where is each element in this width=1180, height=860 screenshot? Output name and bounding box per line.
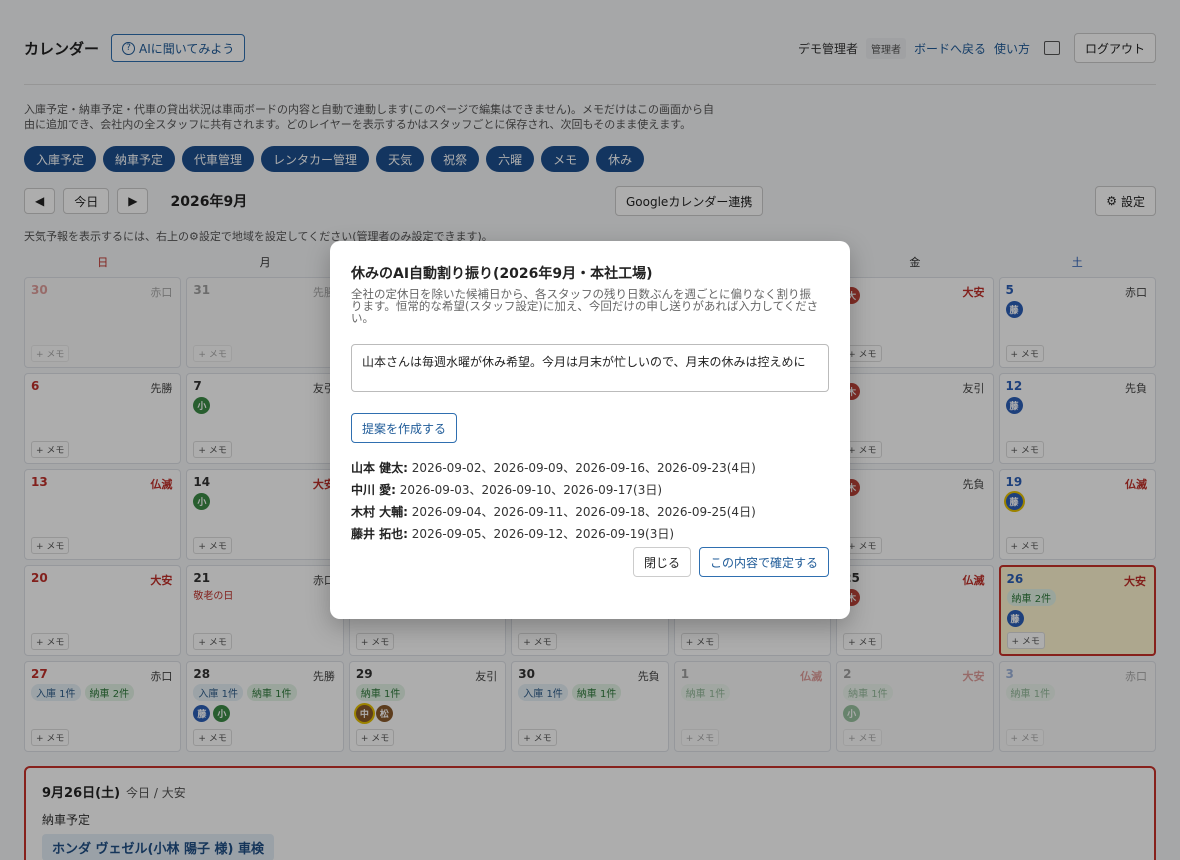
proposed-dates: 2026-09-03、2026-09-10、2026-09-17(3日)	[395, 483, 663, 497]
proposal-row: 山本 健太: 2026-09-02、2026-09-09、2026-09-16、…	[351, 457, 829, 479]
staff-name: 藤井 拓也:	[351, 527, 408, 541]
proposal-results: 山本 健太: 2026-09-02、2026-09-09、2026-09-16、…	[351, 457, 829, 545]
proposed-dates: 2026-09-02、2026-09-09、2026-09-16、2026-09…	[407, 461, 756, 475]
proposal-row: 藤井 拓也: 2026-09-05、2026-09-12、2026-09-19(…	[351, 523, 829, 545]
proposal-row: 木村 大輔: 2026-09-04、2026-09-11、2026-09-18、…	[351, 501, 829, 523]
proposed-dates: 2026-09-05、2026-09-12、2026-09-19(3日)	[407, 527, 675, 541]
modal-title: 休みのAI自動割り振り(2026年9月・本社工場)	[351, 266, 653, 282]
proposed-dates: 2026-09-04、2026-09-11、2026-09-18、2026-09…	[407, 505, 756, 519]
close-button[interactable]: 閉じる	[632, 547, 691, 577]
request-input[interactable]: 山本さんは毎週水曜が休み希望。今月は月末が忙しいので、月末の休みは控えめに	[351, 344, 829, 392]
modal-description: 全社の定休日を除いた候補日から、各スタッフの残り日数ぶんを週ごとに偏りなく割り振…	[351, 287, 819, 325]
modal-actions: 閉じる この内容で確定する	[632, 547, 829, 577]
propose-button[interactable]: 提案を作成する	[351, 413, 458, 443]
staff-name: 木村 大輔:	[351, 505, 408, 519]
confirm-button[interactable]: この内容で確定する	[698, 547, 829, 577]
ai-holiday-modal: 休みのAI自動割り振り(2026年9月・本社工場) 全社の定休日を除いた候補日か…	[330, 241, 850, 619]
calendar-page: カレンダー ? AIに聞いてみよう デモ管理者 管理者 ボードへ戻る 使い方 ロ…	[0, 0, 1180, 860]
proposal-row: 中川 愛: 2026-09-03、2026-09-10、2026-09-17(3…	[351, 479, 829, 501]
staff-name: 山本 健太:	[351, 461, 408, 475]
staff-name: 中川 愛:	[351, 483, 396, 497]
